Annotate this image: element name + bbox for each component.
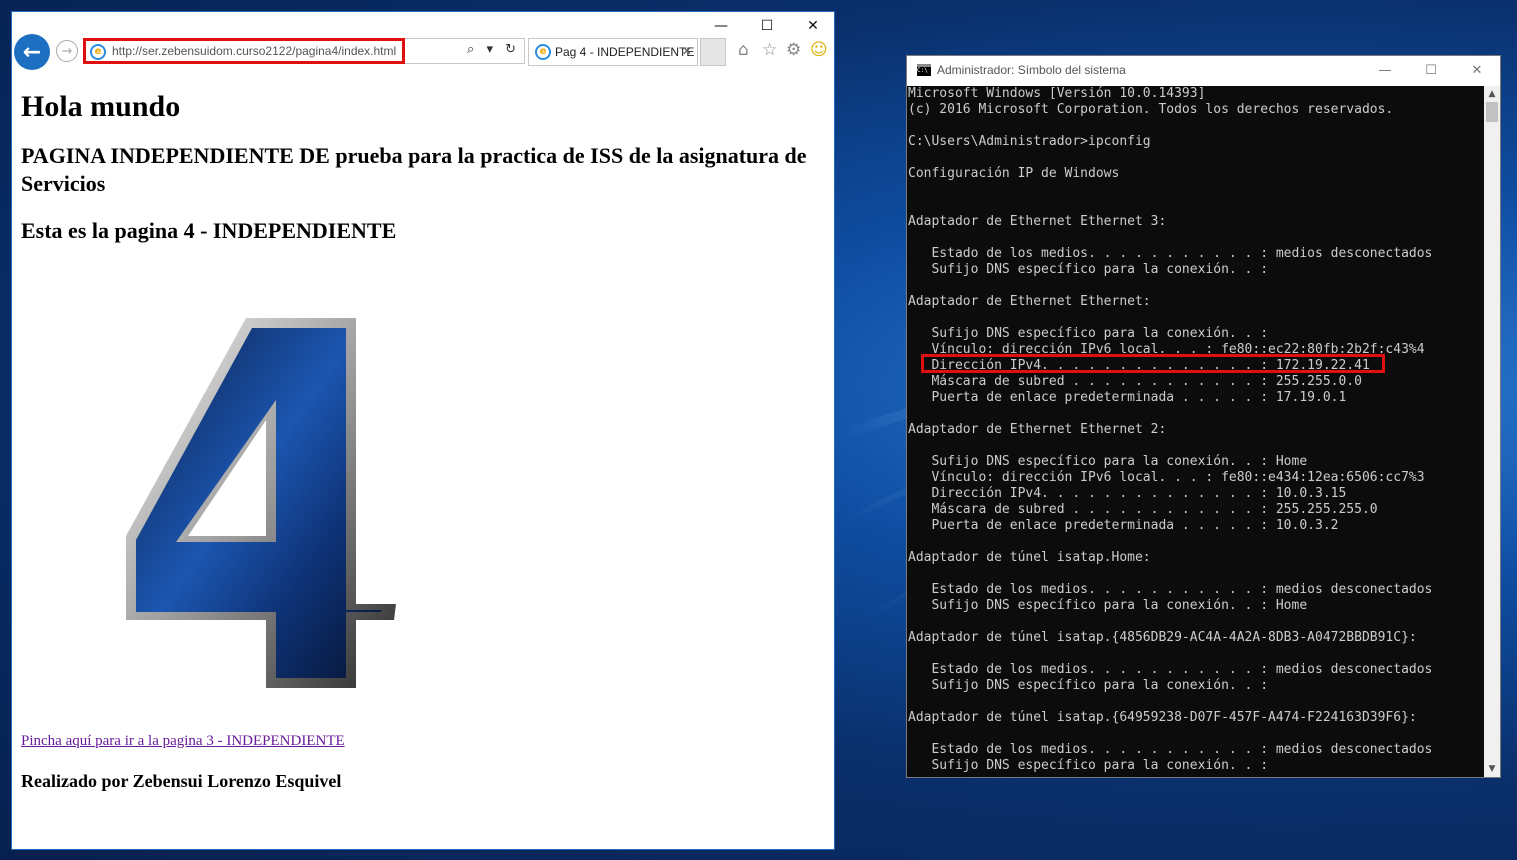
console-line: Estado de los medios. . . . . . . . . . … <box>908 582 1433 597</box>
scrollbar-thumb[interactable] <box>1486 102 1498 122</box>
address-bar-actions[interactable]: ⌕ ▾ ↻ <box>467 42 520 57</box>
ipv4-highlight-box <box>921 354 1385 373</box>
scroll-up-icon[interactable]: ▲ <box>1484 86 1500 102</box>
browser-window: — ☐ ✕ ← → e http://ser.zebensuidom.curso… <box>11 11 835 850</box>
console-line: Estado de los medios. . . . . . . . . . … <box>908 246 1433 261</box>
arrow-right-icon: → <box>61 43 73 59</box>
forward-button[interactable]: → <box>56 40 78 62</box>
console-line: Sufijo DNS específico para la conexión. … <box>908 758 1269 773</box>
link-page3[interactable]: Pincha aquí para ir a la pagina 3 - INDE… <box>21 733 345 750</box>
console-line: Adaptador de túnel isatap.Home: <box>908 550 1151 565</box>
cmd-close-button[interactable]: ✕ <box>1454 56 1500 84</box>
gear-icon[interactable]: ⚙ <box>786 40 801 60</box>
smiley-feedback-icon[interactable]: ☺ <box>810 40 828 60</box>
console-line: Estado de los medios. . . . . . . . . . … <box>908 742 1433 757</box>
console-line: (c) 2016 Microsoft Corporation. Todos lo… <box>908 102 1394 117</box>
page-subheading: PAGINA INDEPENDIENTE DE prueba para la p… <box>21 143 807 196</box>
console-line: Sufijo DNS específico para la conexión. … <box>908 262 1269 277</box>
console-line: Sufijo DNS específico para la conexión. … <box>908 326 1269 341</box>
console-line: Adaptador de Ethernet Ethernet 3: <box>908 214 1167 229</box>
new-tab-button[interactable] <box>700 38 726 66</box>
tab-title: Pag 4 - INDEPENDIENTE <box>555 45 695 59</box>
arrow-left-icon: ← <box>22 39 42 65</box>
console-line: Dirección IPv4. . . . . . . . . . . . . … <box>908 486 1347 501</box>
cmd-window: C:\ Administrador: Símbolo del sistema —… <box>906 55 1501 778</box>
back-button[interactable]: ← <box>14 34 50 70</box>
page-content: Hola mundo PAGINA INDEPENDIENTE DE prueb… <box>21 74 821 791</box>
console-line: Vínculo: dirección IPv6 local. . . : fe8… <box>908 470 1425 485</box>
console-line: Sufijo DNS específico para la conexión. … <box>908 598 1308 613</box>
tab-close-icon[interactable]: ✕ <box>682 44 692 58</box>
number-four-image <box>126 318 396 688</box>
console-output[interactable]: Microsoft Windows [Versión 10.0.14393] (… <box>907 86 1485 777</box>
console-line: Microsoft Windows [Versión 10.0.14393] <box>908 86 1206 101</box>
cmd-maximize-button[interactable]: ☐ <box>1408 56 1454 84</box>
console-line: Configuración IP de Windows <box>908 166 1120 181</box>
cmd-minimize-button[interactable]: — <box>1362 56 1408 84</box>
console-line: Adaptador de Ethernet Ethernet: <box>908 294 1151 309</box>
scroll-down-icon[interactable]: ▼ <box>1484 761 1500 777</box>
console-line: Puerta de enlace predeterminada . . . . … <box>908 390 1347 405</box>
favorites-star-icon[interactable]: ☆ <box>762 40 777 60</box>
page-subheading-2: Esta es la pagina 4 - INDEPENDIENTE <box>21 218 397 243</box>
console-line: Máscara de subred . . . . . . . . . . . … <box>908 374 1362 389</box>
url-highlight-box <box>83 38 405 64</box>
page-heading: Hola mundo <box>21 90 181 123</box>
console-line: Sufijo DNS específico para la conexión. … <box>908 678 1269 693</box>
home-icon[interactable]: ⌂ <box>738 40 749 60</box>
console-line: Puerta de enlace predeterminada . . . . … <box>908 518 1339 533</box>
author-credit: Realizado por Zebensui Lorenzo Esquivel <box>21 771 342 791</box>
console-line: Adaptador de túnel isatap.{64959238-D07F… <box>908 710 1417 725</box>
browser-toolbar: ← → e http://ser.zebensuidom.curso2122/p… <box>12 34 834 70</box>
console-line: Adaptador de Ethernet Ethernet 2: <box>908 422 1167 437</box>
console-line: Estado de los medios. . . . . . . . . . … <box>908 662 1433 677</box>
cmd-title: Administrador: Símbolo del sistema <box>937 63 1126 77</box>
tab-pag4[interactable]: e Pag 4 - INDEPENDIENTE ✕ <box>528 38 698 66</box>
console-line: Adaptador de túnel isatap.{4856DB29-AC4A… <box>908 630 1417 645</box>
console-line: C:\Users\Administrador>ipconfig <box>908 134 1151 149</box>
cmd-titlebar: C:\ Administrador: Símbolo del sistema —… <box>907 56 1500 86</box>
ie-logo-icon: e <box>535 44 551 60</box>
console-line: Máscara de subred . . . . . . . . . . . … <box>908 502 1378 517</box>
console-line: Sufijo DNS específico para la conexión. … <box>908 454 1308 469</box>
cmd-app-icon: C:\ <box>917 64 931 76</box>
console-scrollbar[interactable]: ▲ ▼ <box>1484 86 1500 777</box>
